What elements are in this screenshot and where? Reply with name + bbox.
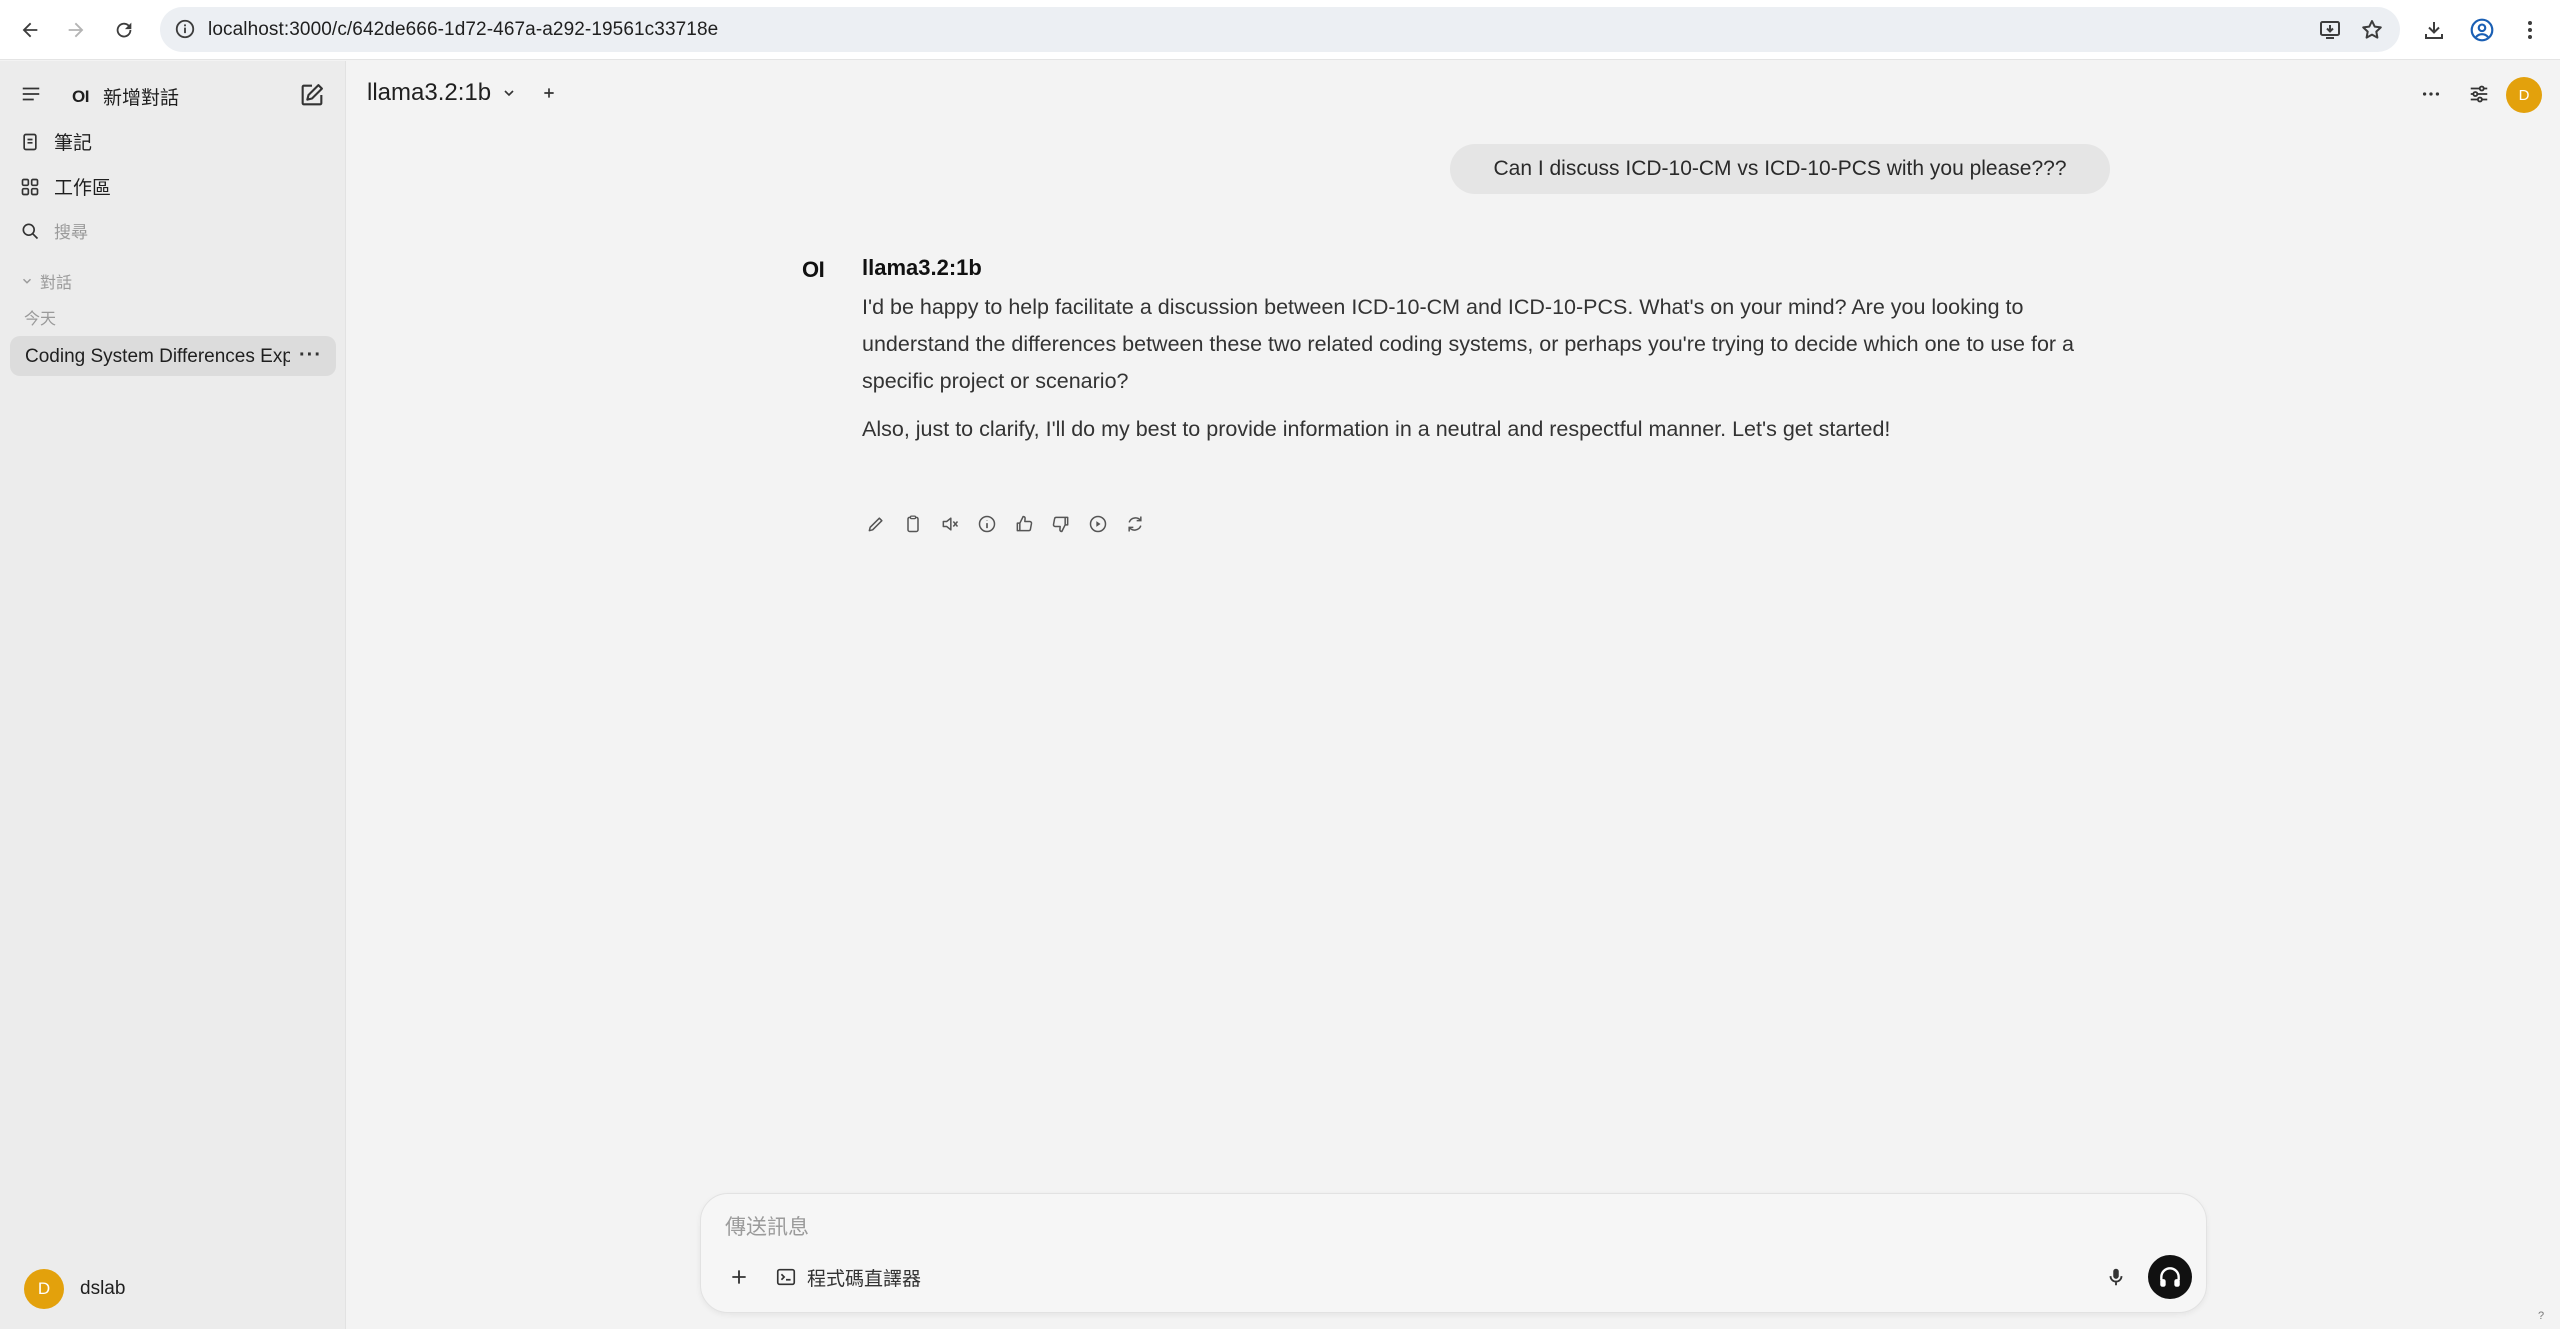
play-icon[interactable] — [1086, 512, 1110, 536]
voice-mode-button[interactable] — [2148, 1255, 2192, 1299]
install-app-icon[interactable] — [2318, 18, 2342, 42]
notes-icon — [23, 133, 37, 150]
bookmark-star-icon[interactable] — [2360, 18, 2384, 42]
message-paragraph: Also, just to clarify, I'll do my best t… — [862, 417, 1891, 441]
message-actions — [864, 512, 1147, 536]
model-selector[interactable]: llama3.2:1b — [367, 79, 557, 107]
message-composer: 程式碼直譯器 — [700, 1193, 2207, 1313]
assistant-avatar: OI — [802, 257, 825, 282]
sidebar-search[interactable]: 搜尋 — [20, 218, 88, 243]
avatar: D — [24, 1269, 64, 1309]
thumbs-up-icon[interactable] — [1012, 512, 1036, 536]
reload-icon — [116, 22, 132, 38]
chats-section-toggle[interactable]: 對話 — [20, 269, 72, 293]
user-menu-button[interactable]: D dslab — [24, 1269, 125, 1309]
model-name: llama3.2:1b — [367, 79, 492, 106]
microphone-button[interactable] — [2455, 1261, 2487, 1293]
compose-icon[interactable] — [298, 81, 326, 109]
code-interpreter-label: 程式碼直譯器 — [807, 1268, 922, 1290]
more-options-icon[interactable]: ··· — [299, 344, 322, 367]
plus-icon — [732, 1270, 746, 1284]
reload-button[interactable] — [108, 14, 140, 46]
add-model-icon[interactable] — [541, 85, 557, 101]
assistant-message-body: I'd be happy to help facilitate a discus… — [862, 289, 2112, 459]
new-chat-label: 新增對話 — [102, 88, 179, 109]
microphone-icon[interactable] — [2100, 1261, 2132, 1293]
forward-button[interactable] — [60, 14, 92, 46]
sidebar-item-notes[interactable]: 筆記 — [20, 128, 92, 155]
sidebar-toggle-button[interactable] — [20, 83, 42, 105]
terminal-icon — [776, 1268, 796, 1286]
site-info-icon[interactable] — [174, 18, 196, 40]
edit-icon[interactable] — [864, 512, 888, 536]
sidebar: OI 新增對話 筆記 工作區 搜尋 對話 今天 Coding System Di… — [0, 61, 346, 1329]
thumbs-down-icon[interactable] — [1049, 512, 1073, 536]
add-attachment-button[interactable] — [723, 1261, 755, 1293]
user-message: Can I discuss ICD-10-CM vs ICD-10-PCS wi… — [1450, 144, 2110, 194]
info-icon[interactable] — [975, 512, 999, 536]
message-paragraph: I'd be happy to help facilitate a discus… — [862, 295, 2075, 393]
assistant-model-name: llama3.2:1b — [862, 255, 982, 280]
chat-title: Coding System Differences Explained — [25, 346, 290, 367]
arrow-left-icon — [22, 22, 38, 38]
chat-main: llama3.2:1b D Can I discuss ICD-10-CM vs… — [347, 61, 2560, 1329]
today-label: 今天 — [24, 311, 57, 328]
search-icon — [22, 223, 39, 239]
back-button[interactable] — [14, 14, 46, 46]
speaker-mute-icon[interactable] — [938, 512, 962, 536]
chevron-down-icon — [22, 278, 32, 284]
copy-icon[interactable] — [901, 512, 925, 536]
profile-icon[interactable] — [2466, 14, 2498, 46]
search-placeholder: 搜尋 — [54, 223, 88, 242]
chats-section-label: 對話 — [40, 275, 73, 292]
date-group-today: 今天 — [24, 305, 56, 329]
workspace-icon — [21, 178, 39, 195]
chevron-down-icon — [504, 90, 514, 97]
sidebar-item-label: 筆記 — [54, 133, 93, 154]
app-logo: OI — [72, 86, 89, 106]
sidebar-item-workspace[interactable]: 工作區 — [20, 173, 111, 200]
more-options-icon[interactable] — [2414, 77, 2448, 111]
code-interpreter-toggle[interactable]: 程式碼直譯器 — [775, 1261, 921, 1293]
browser-menu-icon[interactable] — [2514, 14, 2546, 46]
message-input[interactable] — [725, 1212, 2025, 1244]
headphones-icon — [2160, 1267, 2180, 1287]
menu-icon — [22, 87, 40, 101]
regenerate-icon[interactable] — [1123, 512, 1147, 536]
user-message-text: Can I discuss ICD-10-CM vs ICD-10-PCS wi… — [1493, 157, 2067, 180]
address-bar[interactable]: localhost:3000/c/642de666-1d72-467a-a292… — [160, 7, 2400, 52]
url-text[interactable]: localhost:3000/c/642de666-1d72-467a-a292… — [208, 19, 718, 41]
downloads-icon[interactable] — [2418, 14, 2450, 46]
controls-icon[interactable] — [2462, 77, 2496, 111]
user-name: dslab — [80, 1278, 126, 1299]
browser-toolbar: localhost:3000/c/642de666-1d72-467a-a292… — [0, 0, 2560, 60]
new-chat-button[interactable]: OI 新增對話 — [72, 83, 179, 110]
arrow-right-icon — [68, 22, 84, 38]
avatar[interactable]: D — [2506, 77, 2542, 113]
help-button[interactable]: ? — [2532, 1307, 2550, 1325]
sidebar-item-label: 工作區 — [54, 178, 112, 199]
chat-list-item[interactable]: Coding System Differences Explained ··· — [10, 336, 336, 376]
